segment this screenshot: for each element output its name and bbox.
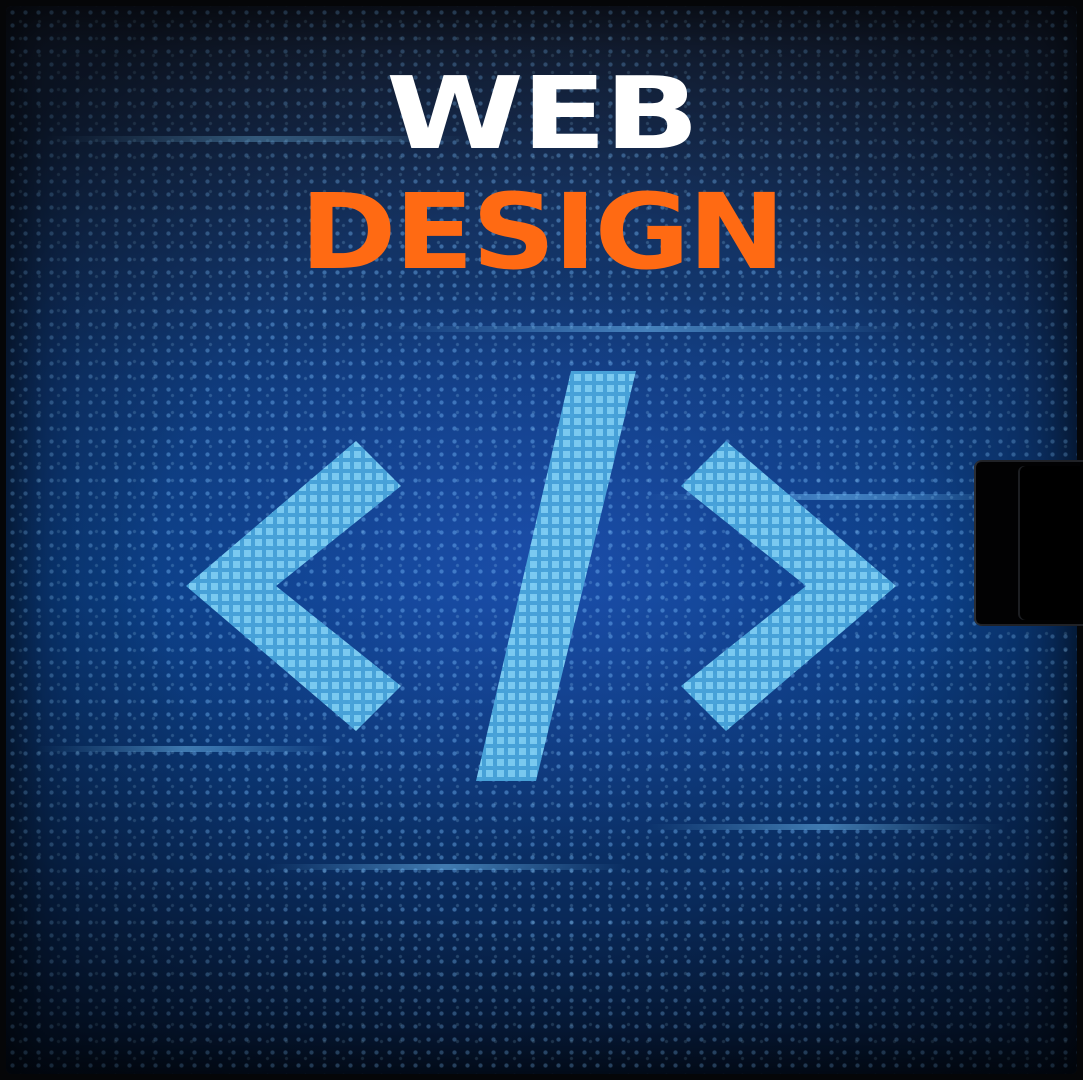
title-line-web: WEB	[385, 55, 700, 172]
dvd-case: WEB DESIGN	[0, 0, 1083, 1080]
left-angle-bracket	[186, 441, 401, 731]
cover-art: WEB DESIGN	[6, 6, 1077, 1074]
right-angle-bracket	[681, 441, 896, 731]
code-brackets-icon	[186, 371, 896, 781]
slash	[476, 371, 636, 781]
title-line-design: DESIGN	[299, 171, 785, 293]
case-latch-inner	[1018, 466, 1080, 620]
case-latch[interactable]	[974, 460, 1083, 626]
